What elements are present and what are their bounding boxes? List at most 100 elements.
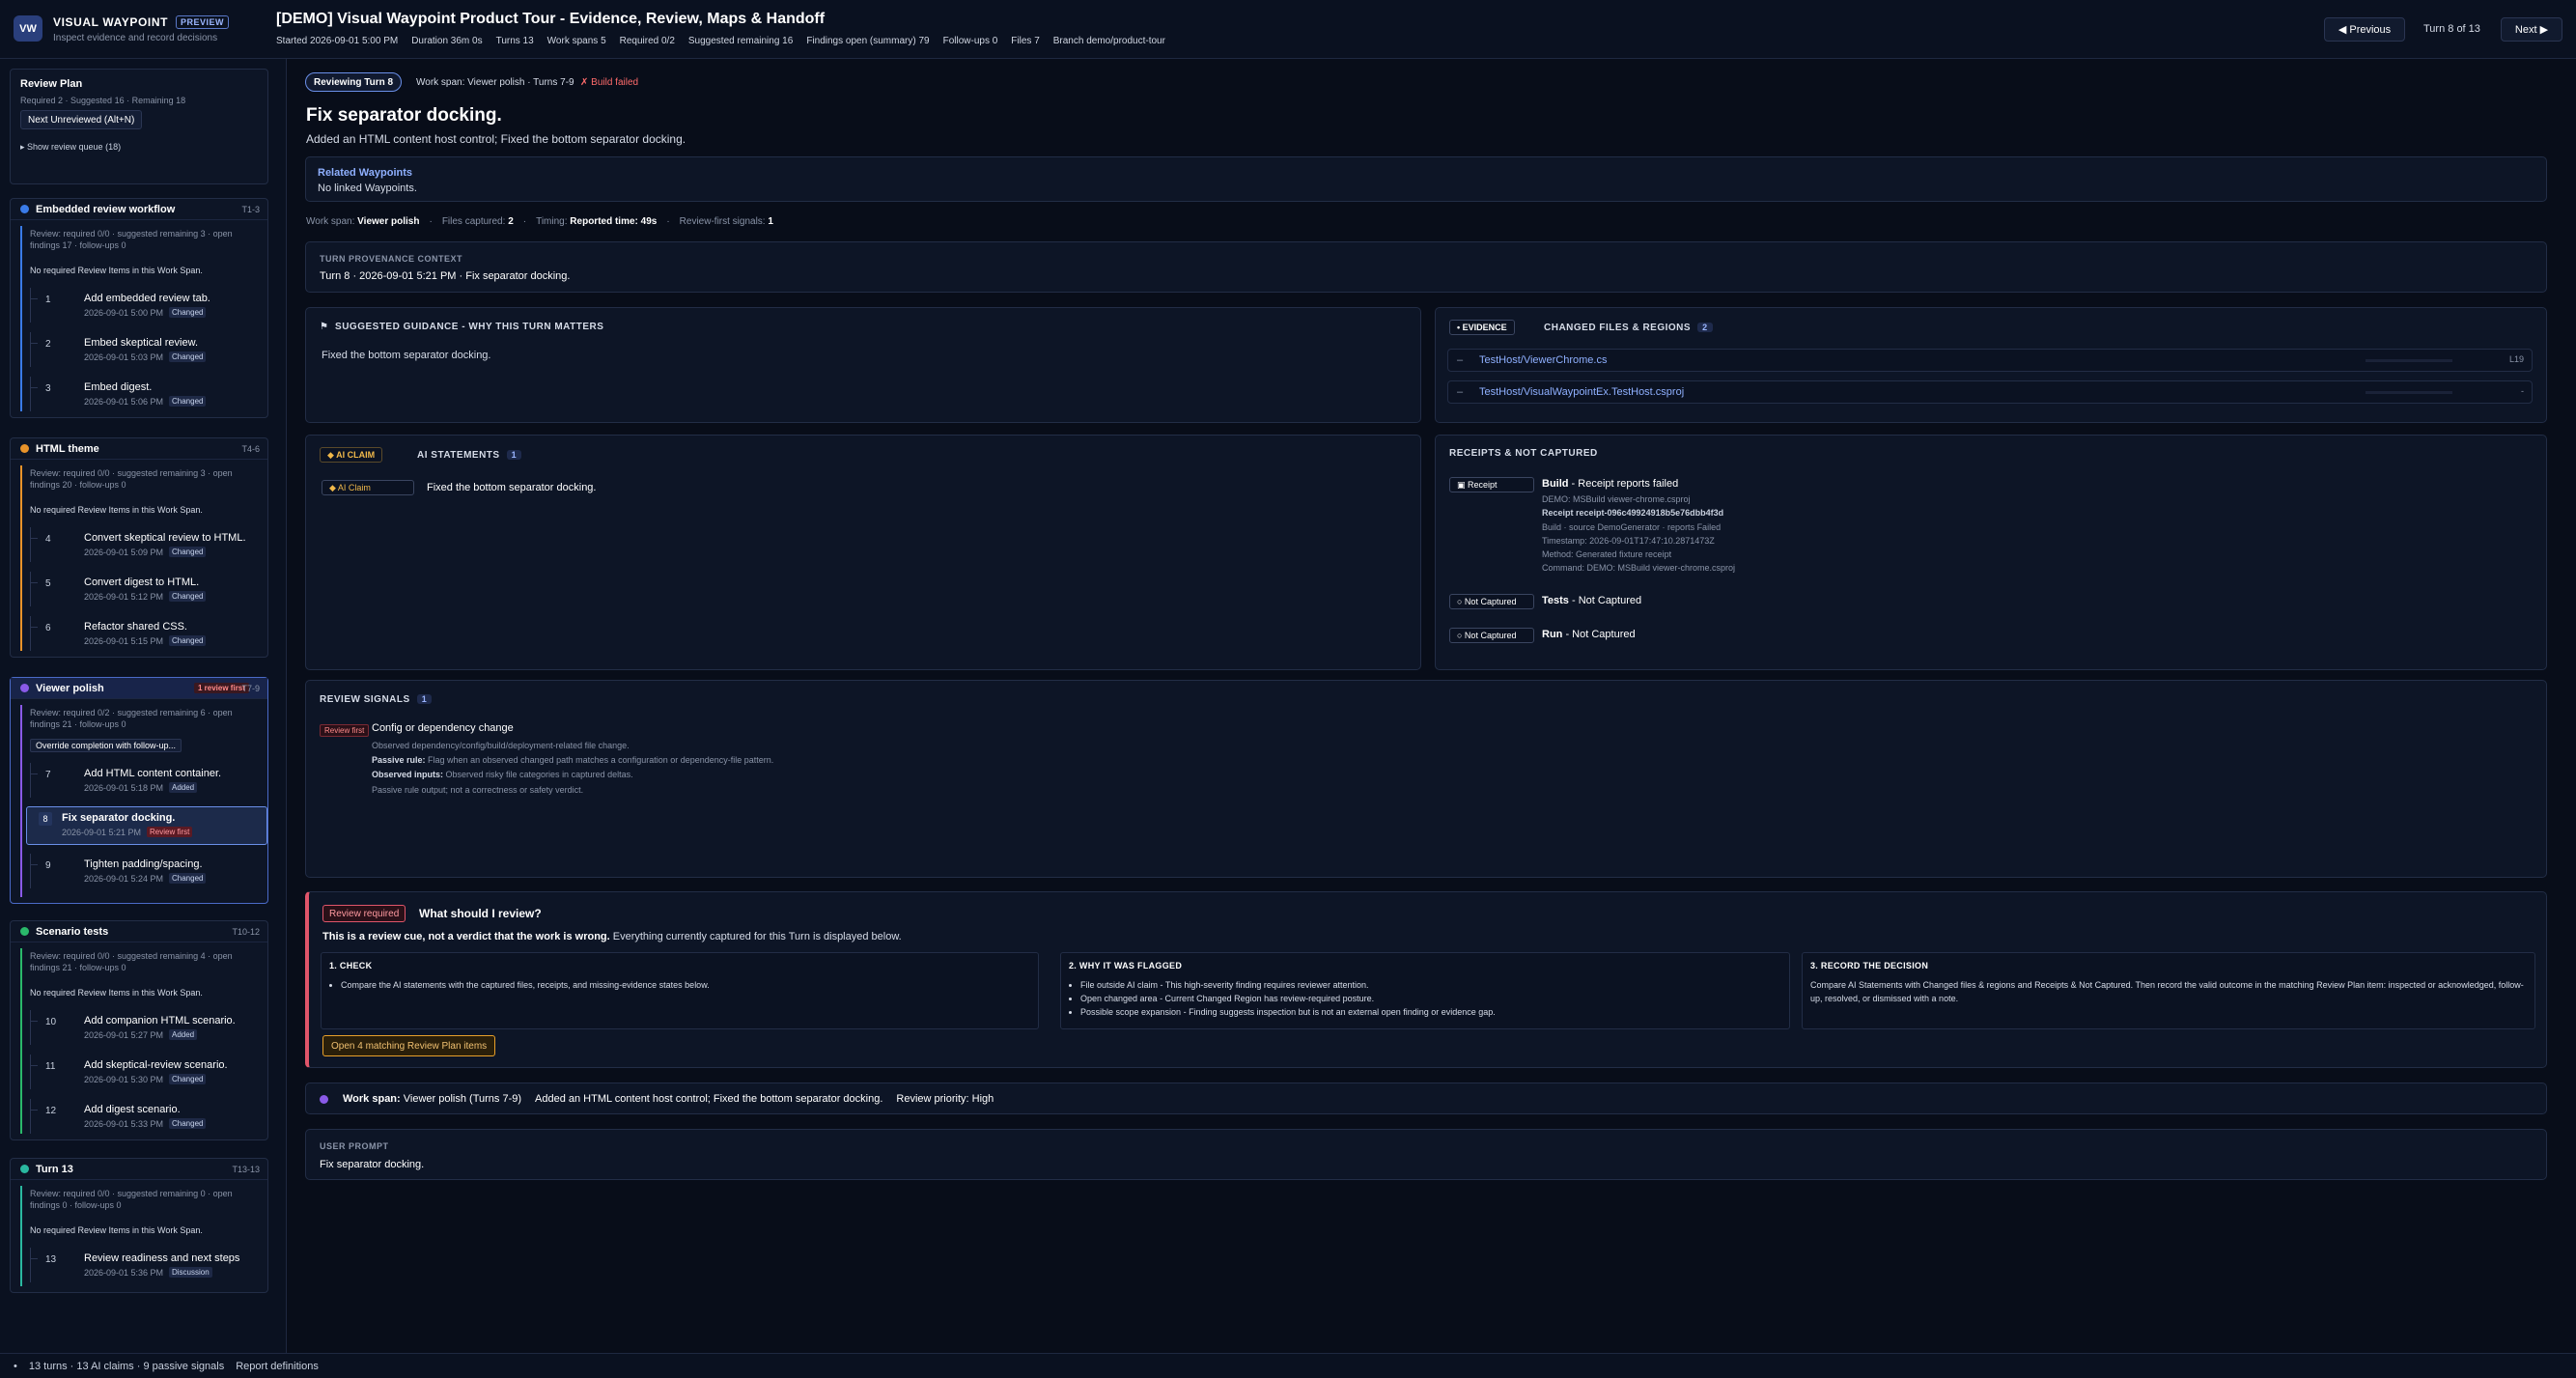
changed-file-row[interactable]: – TestHost/VisualWaypointEx.TestHost.cspr… (1447, 380, 2533, 404)
meta-suggested: Suggested remaining 16 (687, 36, 794, 46)
work-span-info: Review: required 0/0 · suggested remaini… (30, 1189, 233, 1210)
ai-statements-count: 1 (506, 450, 522, 460)
signal-description: Observed dependency/config/build/deploym… (372, 741, 630, 750)
build-receipt-title: Build - Receipt reports failed (1542, 478, 1679, 490)
turn-date: 2026-09-01 5:27 PM (84, 1030, 164, 1040)
turn-date: 2026-09-01 5:09 PM (84, 548, 164, 557)
work-span-info: Review: required 0/0 · suggested remaini… (30, 951, 233, 972)
work-span-header[interactable]: Turn 13 T13-13 (11, 1159, 267, 1180)
turn-date: 2026-09-01 5:15 PM (84, 636, 164, 646)
status-dot-icon (20, 444, 29, 453)
open-review-items-button[interactable]: Open 4 matching Review Plan items (322, 1035, 496, 1056)
changed-file-row[interactable]: – TestHost/ViewerChrome.cs L19 (1447, 349, 2533, 372)
not-captured-tag: ○ Not Captured (1449, 628, 1534, 643)
override-completion-button[interactable]: Override completion with follow-up... (30, 739, 182, 752)
meta-followups: Follow-ups 0 (942, 36, 998, 46)
turn-name: Convert skeptical review to HTML. (84, 532, 246, 544)
change-bar (2366, 391, 2452, 394)
turn-name: Add skeptical-review scenario. (84, 1059, 228, 1071)
changed-files-count: 2 (1697, 323, 1713, 332)
signal-inputs: Observed inputs: Observed risky file cat… (372, 770, 633, 779)
collapse-icon[interactable]: – (1457, 354, 1463, 366)
turn-item-1[interactable]: 1 Add embedded review tab. 2026-09-01 5:00… (30, 288, 262, 323)
file-line: - (2521, 386, 2524, 396)
file-name-link[interactable]: TestHost/VisualWaypointEx.TestHost.cspro… (1479, 386, 1684, 398)
turn-item-2[interactable]: 2 Embed skeptical review. 2026-09-01 5:03 … (30, 332, 262, 367)
meta-work-spans: Work spans 5 (546, 36, 606, 46)
turn-badge: Changed (169, 591, 207, 602)
next-button[interactable]: Next ▶ (2501, 17, 2562, 42)
receipt-tag: ▣ Receipt (1449, 477, 1534, 492)
footer-bullet-icon: • (14, 1360, 17, 1372)
turn-item-7[interactable]: 7 Add HTML content container. 2026-09-01 5… (30, 763, 262, 798)
meta-turns: Turns 13 (495, 36, 534, 46)
file-name-link[interactable]: TestHost/ViewerChrome.cs (1479, 354, 1607, 366)
collapse-icon[interactable]: – (1457, 386, 1463, 398)
preview-badge: PREVIEW (176, 15, 230, 29)
turn-name: Fix separator docking. (62, 812, 176, 824)
review-signals-title: REVIEW SIGNALS 1 (320, 694, 433, 705)
meta-findings: Findings open (summary) 79 (806, 36, 930, 46)
turn-item-13[interactable]: 13 Review readiness and next steps 2026-09… (30, 1248, 262, 1282)
meta-duration: Duration 36m 0s (411, 36, 483, 46)
turn-item-12[interactable]: 12 Add digest scenario. 2026-09-01 5:33 PM… (30, 1099, 262, 1134)
related-waypoints-text: No linked Waypoints. (318, 183, 417, 194)
turn-item-3[interactable]: 3 Embed digest. 2026-09-01 5:06 PM Changed (30, 377, 262, 411)
turn-item-9[interactable]: 9 Tighten padding/spacing. 2026-09-01 5:24… (30, 854, 262, 888)
session-title: [DEMO] Visual Waypoint Product Tour - Ev… (276, 11, 826, 27)
turn-badge: Changed (169, 352, 207, 362)
turn-number: 3 (45, 383, 51, 394)
brand-tagline: Inspect evidence and record decisions (53, 33, 218, 43)
report-definitions-link[interactable]: Report definitions (236, 1361, 319, 1372)
turn-item-11[interactable]: 11 Add skeptical-review scenario. 2026-09-… (30, 1055, 262, 1089)
changed-files-title: CHANGED FILES & REGIONS 2 (1544, 323, 1713, 333)
app-logo: VW (14, 15, 42, 42)
turn-number: 12 (45, 1106, 57, 1116)
work-span-summary: Work span: Viewer polish (Turns 7-9) Add… (343, 1093, 994, 1105)
why-title: 2. WHY IT WAS FLAGGED (1069, 961, 1183, 970)
turn-name: Embed skeptical review. (84, 337, 198, 349)
work-span-header[interactable]: Embedded review workflow T1-3 (11, 199, 267, 220)
turn-name: Refactor shared CSS. (84, 621, 187, 633)
next-unreviewed-button[interactable]: Next Unreviewed (Alt+N) (20, 110, 143, 129)
receipt-detail: Command: DEMO: MSBuild viewer-chrome.csp… (1542, 563, 1736, 573)
work-span-range: T13-13 (232, 1165, 260, 1174)
meta-started: Started 2026-09-01 5:00 PM (276, 36, 399, 46)
work-span-name: Turn 13 (36, 1163, 73, 1175)
turn-item-10[interactable]: 10 Add companion HTML scenario. 2026-09-01… (30, 1010, 262, 1045)
metric-files: Files captured: 2 (441, 216, 514, 227)
work-span-viewer-polish: Viewer polish 1 review first T7-9 Review: … (10, 677, 268, 904)
turn-heading: Fix separator docking. (306, 105, 502, 126)
turn-badge: Changed (169, 1074, 207, 1084)
turn-provenance-card: TURN PROVENANCE CONTEXT Turn 8 · 2026-09… (305, 241, 2547, 293)
signal-name: Config or dependency change (372, 722, 514, 734)
show-review-queue-toggle[interactable]: ▸ Show review queue (18) (20, 142, 121, 153)
related-waypoints-title[interactable]: Related Waypoints (318, 167, 412, 179)
previous-button[interactable]: ◀ Previous (2324, 17, 2405, 42)
turn-item-4[interactable]: 4 Convert skeptical review to HTML. 2026-0… (30, 527, 262, 562)
metric-work-span: Work span: Viewer polish (306, 216, 420, 227)
work-span-header[interactable]: HTML theme T4-6 (11, 438, 267, 460)
provenance-title: TURN PROVENANCE CONTEXT (320, 254, 463, 264)
turn-item-6[interactable]: 6 Refactor shared CSS. 2026-09-01 5:15 PM C… (30, 616, 262, 651)
work-span-header[interactable]: Viewer polish 1 review first T7-9 (11, 678, 267, 699)
turn-item-8-selected[interactable]: 8 Fix separator docking. 2026-09-01 5:21 P… (26, 806, 267, 845)
turn-date: 2026-09-01 5:21 PM (62, 828, 142, 837)
turn-date: 2026-09-01 5:06 PM (84, 397, 164, 407)
ai-claim-item-tag: ◆ AI Claim (322, 480, 414, 495)
work-span-range: T1-3 (241, 205, 260, 214)
work-span-name: Scenario tests (36, 925, 109, 938)
guidance-text: Fixed the bottom separator docking. (322, 350, 491, 361)
not-captured-tag: ○ Not Captured (1449, 594, 1534, 609)
record-text: Compare AI Statements with Changed files… (1810, 980, 2524, 1003)
turn-badge: Changed (169, 1118, 207, 1129)
review-plan-summary: Required 2 · Suggested 16 · Remaining 18 (20, 96, 186, 105)
work-span-required-note: No required Review Items in this Work Sp… (30, 1225, 203, 1235)
work-span-header[interactable]: Scenario tests T10-12 (11, 921, 267, 942)
provenance-value: Turn 8 · 2026-09-01 5:21 PM · Fix separa… (320, 270, 571, 282)
suggested-guidance-card: ⚑ SUGGESTED GUIDANCE - WHY THIS TURN MAT… (305, 307, 1421, 423)
sidebar: Review Plan Required 2 · Suggested 16 · … (0, 59, 287, 1353)
status-footer: • 13 turns · 13 AI claims · 9 passive si… (0, 1353, 2576, 1378)
check-title: 1. CHECK (329, 961, 373, 970)
turn-item-5[interactable]: 5 Convert digest to HTML. 2026-09-01 5:12 … (30, 572, 262, 606)
